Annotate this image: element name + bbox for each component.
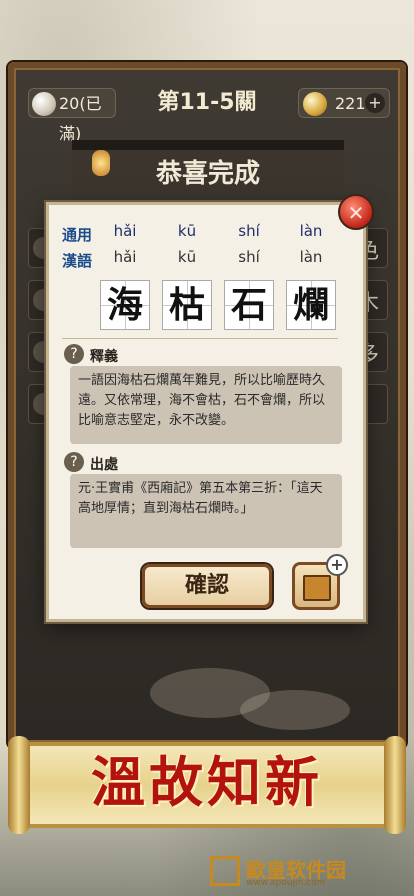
meaning-question-icon: ? xyxy=(64,344,84,364)
idiom-char-4: 爛 xyxy=(286,280,336,330)
completion-banner: 恭喜完成 xyxy=(72,140,344,208)
idiom-char-3: 石 xyxy=(224,280,274,330)
pinyin-1: hǎi xyxy=(113,222,137,240)
pinyin-3: shí xyxy=(238,222,260,240)
watermark: 歐皇软件园 www.apoujin.com xyxy=(210,852,410,892)
watermark-logo-icon xyxy=(210,856,240,886)
idiom-char-1: 海 xyxy=(100,280,150,330)
lantern-icon xyxy=(92,150,110,176)
divider xyxy=(62,338,338,339)
tag-general: 通用 xyxy=(62,226,93,244)
pinyin-2: kū xyxy=(177,222,197,240)
pinyin-hanyu-4: làn xyxy=(299,248,323,266)
idiom-char-2: 枯 xyxy=(162,280,212,330)
meaning-title: 釋義 xyxy=(90,349,118,365)
book-icon xyxy=(303,575,331,601)
confirm-button[interactable]: 確認 xyxy=(142,564,272,608)
coin-counter[interactable]: 221 + xyxy=(298,88,390,118)
watermark-url: www.apoujin.com xyxy=(246,878,326,888)
source-text: 元·王實甫《西廂記》第五本第三折：「這天高地厚情；直到海枯石爛時。」 xyxy=(70,474,342,548)
add-coins-icon[interactable]: + xyxy=(365,93,385,113)
pinyin-4: làn xyxy=(299,222,323,240)
close-button[interactable]: ✕ xyxy=(338,194,374,230)
pinyin-hanyu-2: kū xyxy=(177,248,197,266)
tag-hanyu: 漢語 xyxy=(62,252,93,270)
source-question-icon: ? xyxy=(64,452,84,472)
cloud-decoration xyxy=(240,690,350,730)
plus-icon: + xyxy=(326,554,348,576)
coin-value: 221 xyxy=(335,94,366,113)
top-bar: 20(已滿) 第11-5關 221 + xyxy=(20,88,394,143)
pinyin-hanyu-1: hǎi xyxy=(113,248,137,266)
pinyin-hanyu-3: shí xyxy=(238,248,260,266)
source-title: 出處 xyxy=(90,457,118,473)
meaning-text: 一語因海枯石爛萬年難見，所以比喻歷時久遠。又依常理，海不會枯，石不會爛，所以比喻… xyxy=(70,366,342,444)
slogan-title: 溫故知新 xyxy=(91,750,323,814)
gold-ingot-icon xyxy=(303,92,327,116)
